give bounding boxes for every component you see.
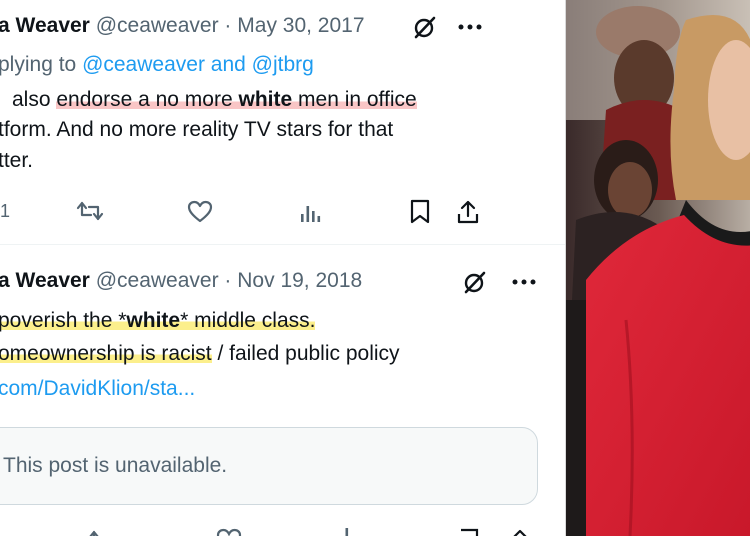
tweet2-text-line2: omeownership is racist / failed public p…: [0, 340, 400, 368]
tweet2-text-a: poverish the *: [0, 309, 127, 332]
reply-mention-1[interactable]: @ceaweaver: [82, 53, 205, 76]
grok-slash-circle-icon[interactable]: [412, 14, 438, 40]
more-horizontal-icon[interactable]: [458, 24, 482, 30]
tweet2-text-e: / failed public policy: [217, 342, 400, 365]
news-photo: [566, 0, 750, 536]
tweet2-highlighted-phrase-2: omeownership is racist: [0, 342, 212, 365]
tweet2-header: a Weaver @ceaweaver · Nov 19, 2018: [0, 267, 362, 295]
tweet1-dot: ·: [224, 14, 232, 37]
tweet1-handle[interactable]: @ceaweaver: [96, 14, 219, 37]
tweet1-replying-to: plying to @ceaweaver and @jtbrg: [0, 51, 314, 79]
retweet-icon[interactable]: [88, 528, 116, 536]
tweet-screenshot-panel: a Weaver @ceaweaver · May 30, 2017 plyin…: [0, 0, 565, 536]
bookmark-icon[interactable]: [409, 199, 431, 225]
tweet1-header: a Weaver @ceaweaver · May 30, 2017: [0, 12, 365, 40]
tweet2-text-line1: poverish the *white* middle class.: [0, 307, 316, 335]
heart-icon[interactable]: [187, 200, 213, 224]
tweet2-date[interactable]: Nov 19, 2018: [237, 269, 362, 292]
share-icon[interactable]: [508, 528, 532, 536]
views-bars-icon[interactable]: [338, 528, 360, 536]
tweet1-date[interactable]: May 30, 2017: [237, 14, 364, 37]
retweet-icon[interactable]: [76, 199, 104, 223]
tweet2-text-c: * middle class.: [180, 309, 316, 332]
tweet1-text-bold: white: [238, 88, 293, 111]
heart-icon[interactable]: [216, 528, 242, 536]
reply-and-text: and: [210, 53, 246, 76]
tweet1-reply-count: 1: [0, 201, 11, 221]
share-icon[interactable]: [456, 199, 480, 225]
tweet1-author-name[interactable]: a Weaver: [0, 14, 90, 37]
reply-mention-2[interactable]: @jtbrg: [252, 53, 314, 76]
bookmark-icon[interactable]: [458, 528, 480, 536]
photo-illustration: [566, 0, 750, 536]
views-bars-icon[interactable]: [299, 202, 321, 224]
tweet1-text-line1: also endorse a no more white men in offi…: [12, 86, 417, 114]
tweet2-handle[interactable]: @ceaweaver: [96, 269, 219, 292]
tweet1-text-d: men in office: [298, 88, 417, 111]
quote-unavailable-card[interactable]: This post is unavailable.: [0, 427, 538, 505]
grok-slash-circle-icon[interactable]: [462, 269, 488, 295]
tweet1-highlighted-phrase: endorse a no more white men in office: [56, 88, 417, 111]
replying-to-label: plying to: [0, 53, 77, 76]
tweet1-text-line2: tform. And no more reality TV stars for …: [0, 118, 394, 141]
tweet1-text-b: endorse a no more: [56, 88, 233, 111]
tweet1-text-line3: tter.: [0, 149, 34, 172]
tweet2-dot: ·: [224, 269, 232, 292]
tweet1-text-a: also: [12, 88, 51, 111]
more-horizontal-icon[interactable]: [512, 279, 536, 285]
tweet2-highlighted-phrase: poverish the *white* middle class.: [0, 309, 316, 332]
tweet2-text-bold: white: [126, 309, 181, 332]
quote-unavailable-text: This post is unavailable.: [3, 454, 228, 477]
tweet2-link[interactable]: com/DavidKlion/sta...: [0, 375, 195, 403]
tweet-separator: [0, 244, 565, 245]
tweet2-author-name[interactable]: a Weaver: [0, 269, 90, 292]
